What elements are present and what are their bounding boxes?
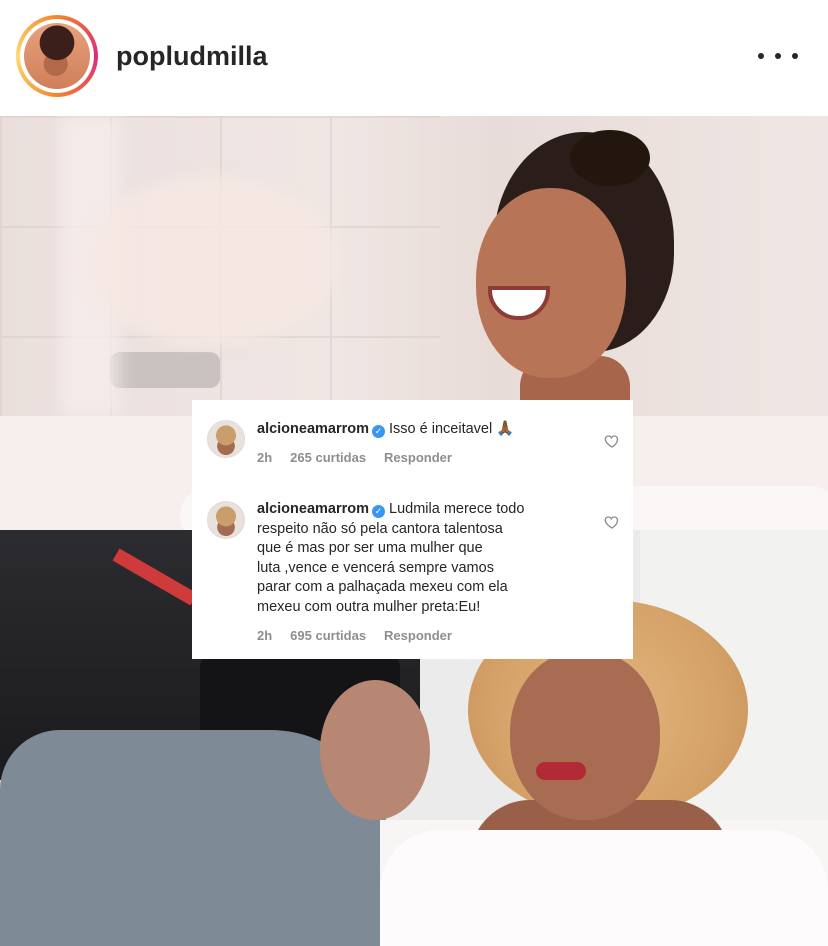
reply-button[interactable]: Responder bbox=[384, 450, 452, 465]
post-username[interactable]: popludmilla bbox=[116, 41, 268, 72]
dot bbox=[758, 53, 764, 59]
comment-likes[interactable]: 695 curtidas bbox=[290, 628, 366, 643]
verified-badge-icon: ✓ bbox=[372, 425, 386, 438]
post-header: popludmilla bbox=[0, 0, 828, 116]
faucet bbox=[110, 352, 220, 388]
comments-overlay: alcioneamarrom ✓ Isso é inceitavel 🙏🏾 2h 26… bbox=[192, 400, 633, 659]
avatar-border bbox=[20, 19, 94, 93]
heart-outline-icon[interactable] bbox=[604, 514, 620, 530]
cameraman-hand bbox=[320, 680, 430, 820]
comment-item: alcioneamarrom ✓ Ludmila merece todo respe… bbox=[192, 480, 633, 659]
profile-avatar[interactable] bbox=[16, 15, 98, 97]
blurred-hands bbox=[80, 176, 340, 346]
reply-button[interactable]: Responder bbox=[384, 628, 452, 643]
bath-foam bbox=[380, 830, 828, 946]
woman-face bbox=[510, 650, 660, 820]
comment-username[interactable]: alcioneamarrom bbox=[257, 421, 369, 437]
camera-strap bbox=[112, 548, 198, 606]
woman-face bbox=[476, 188, 626, 378]
comment-line: parar com a palhaçada mexeu com ela bbox=[257, 579, 508, 595]
comment-line: que é mas por ser uma mulher que bbox=[257, 540, 483, 556]
hair-bun bbox=[570, 130, 650, 186]
avatar-image bbox=[24, 23, 90, 89]
verified-badge-icon: ✓ bbox=[372, 505, 386, 518]
comment-line: respeito não só pela cantora talentosa bbox=[257, 520, 503, 537]
comment-text: alcioneamarrom ✓ Isso é inceitavel 🙏🏾 bbox=[257, 420, 577, 440]
comment-username[interactable]: alcioneamarrom bbox=[257, 501, 369, 517]
dot bbox=[792, 53, 798, 59]
commenter-avatar[interactable] bbox=[207, 501, 245, 539]
more-options-icon[interactable] bbox=[758, 42, 798, 70]
dot bbox=[775, 53, 781, 59]
heart-outline-icon[interactable] bbox=[604, 433, 620, 449]
comment-item: alcioneamarrom ✓ Isso é inceitavel 🙏🏾 2h 26… bbox=[192, 400, 633, 480]
comment-likes[interactable]: 265 curtidas bbox=[290, 450, 366, 465]
comment-line: Ludmila merece todo bbox=[389, 501, 525, 517]
comment-meta: 2h 695 curtidas Responder bbox=[257, 628, 470, 643]
comment-content: Isso é inceitavel 🙏🏾 bbox=[389, 421, 515, 437]
comment-time: 2h bbox=[257, 450, 273, 465]
comment-line: luta ,vence e vencerá sempre vamos bbox=[257, 559, 494, 576]
comment-text: alcioneamarrom ✓ Ludmila merece todo respe… bbox=[257, 500, 577, 617]
comment-meta: 2h 265 curtidas Responder bbox=[257, 450, 470, 465]
comment-time: 2h bbox=[257, 628, 273, 643]
commenter-avatar[interactable] bbox=[207, 420, 245, 458]
comment-line: mexeu com outra mulher preta:Eu! bbox=[257, 598, 481, 615]
red-lips bbox=[536, 762, 586, 780]
